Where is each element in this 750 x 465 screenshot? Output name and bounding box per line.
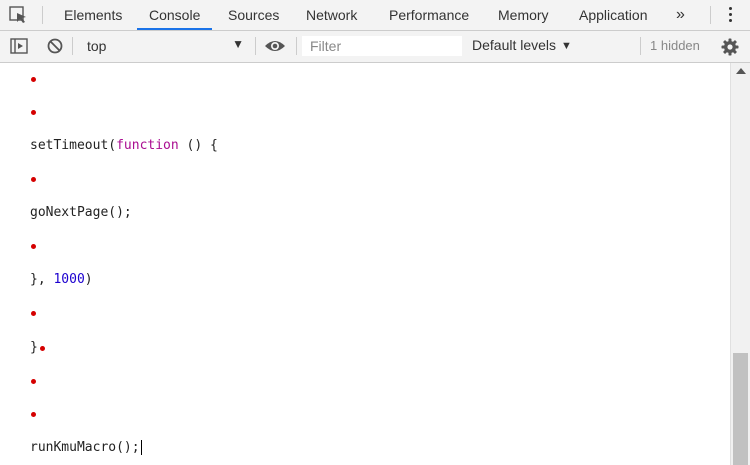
devtools-tab-bar: Elements Console Sources Network Perform… bbox=[0, 0, 750, 31]
console-toolbar: top ▼ Default levels ▼ 1 hidden bbox=[0, 31, 750, 63]
clear-console-icon[interactable] bbox=[45, 37, 65, 55]
log-levels-label: Default levels bbox=[472, 37, 557, 53]
context-selector[interactable]: top ▼ bbox=[80, 36, 250, 56]
code-line: } bbox=[30, 338, 38, 358]
bullet-marker bbox=[31, 379, 36, 384]
tab-sources[interactable]: Sources bbox=[228, 0, 279, 30]
more-tabs-button[interactable]: » bbox=[676, 0, 685, 30]
tab-memory[interactable]: Memory bbox=[498, 0, 549, 30]
scrollbar-thumb[interactable] bbox=[733, 353, 748, 465]
text-cursor bbox=[140, 440, 142, 455]
code-text: goNextPage(); bbox=[30, 205, 132, 220]
console-settings-gear-icon[interactable] bbox=[721, 38, 739, 56]
bullet-marker bbox=[31, 177, 36, 182]
log-levels-dropdown[interactable]: Default levels ▼ bbox=[472, 37, 572, 53]
bullet-marker bbox=[31, 412, 36, 417]
scroll-up-arrow-icon[interactable] bbox=[736, 68, 746, 74]
bullet-marker bbox=[40, 346, 45, 351]
tab-network[interactable]: Network bbox=[306, 0, 357, 30]
bullet-marker bbox=[31, 110, 36, 115]
console-output[interactable]: setTimeout(function () { goNextPage(); }… bbox=[0, 63, 730, 465]
tab-console[interactable]: Console bbox=[149, 0, 200, 30]
toolbar-divider bbox=[296, 37, 297, 55]
code-keyword: function bbox=[116, 138, 179, 153]
hidden-messages-count: 1 hidden bbox=[650, 38, 700, 53]
toolbar-divider bbox=[72, 37, 73, 55]
code-line: goNextPage(); bbox=[30, 203, 132, 223]
toolbar-divider bbox=[640, 37, 641, 55]
active-tab-indicator bbox=[137, 28, 212, 30]
code-text: setTimeout( bbox=[30, 138, 117, 153]
code-text: ) bbox=[84, 272, 93, 287]
dropdown-arrow-icon: ▼ bbox=[561, 40, 572, 52]
bullet-marker bbox=[31, 244, 36, 249]
toolbar-divider bbox=[255, 37, 256, 55]
code-number: 1000 bbox=[53, 272, 85, 287]
console-prompt-input[interactable]: runKmuMacro(); bbox=[30, 438, 142, 458]
tab-elements[interactable]: Elements bbox=[64, 0, 122, 30]
code-text: }, bbox=[30, 272, 54, 287]
tab-bar-divider bbox=[42, 6, 43, 24]
bullet-marker bbox=[31, 311, 36, 316]
show-sidebar-icon[interactable] bbox=[9, 37, 29, 55]
code-line: }, 1000) bbox=[30, 270, 93, 290]
code-text: () { bbox=[178, 138, 218, 153]
bullet-marker bbox=[31, 77, 36, 82]
inspect-element-icon[interactable] bbox=[8, 5, 30, 25]
code-line: setTimeout(function () { bbox=[30, 136, 218, 156]
customize-menu-icon[interactable] bbox=[726, 6, 734, 24]
filter-input[interactable] bbox=[302, 36, 462, 56]
tab-bar-divider bbox=[710, 6, 711, 24]
tab-application[interactable]: Application bbox=[579, 0, 648, 30]
context-selector-value: top bbox=[87, 38, 107, 54]
tab-performance[interactable]: Performance bbox=[389, 0, 469, 30]
live-expression-eye-icon[interactable] bbox=[264, 37, 286, 55]
dropdown-arrow-icon: ▼ bbox=[232, 37, 244, 51]
code-text: } bbox=[30, 340, 38, 355]
console-scrollbar[interactable] bbox=[730, 63, 750, 465]
code-text: runKmuMacro(); bbox=[30, 440, 140, 455]
